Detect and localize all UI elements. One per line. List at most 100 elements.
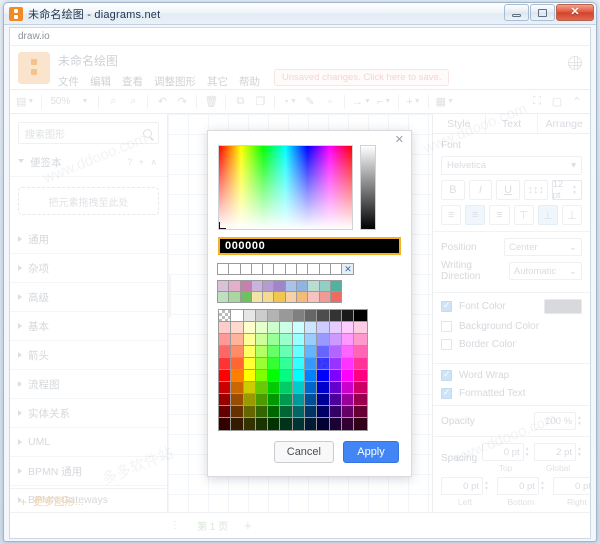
color-swatch[interactable] <box>255 393 269 407</box>
color-swatch[interactable] <box>230 333 245 347</box>
color-swatch[interactable] <box>218 405 232 419</box>
menu-file[interactable]: 文件 <box>58 74 79 89</box>
stepper-icon[interactable]: ▲ ▼ <box>484 480 489 492</box>
color-swatch[interactable] <box>243 369 257 383</box>
color-swatch[interactable] <box>292 405 306 419</box>
color-swatch[interactable] <box>329 321 343 335</box>
color-swatch[interactable] <box>279 405 294 419</box>
stepper-icon[interactable]: ▲ ▼ <box>572 184 577 196</box>
color-swatch[interactable] <box>230 309 245 323</box>
font-family-select[interactable]: Helvetica ▾ <box>441 156 582 175</box>
sv-cursor[interactable] <box>219 222 226 229</box>
sidebar-item-basic[interactable]: 基本 <box>10 312 167 341</box>
color-swatch[interactable] <box>353 309 368 323</box>
color-swatch[interactable] <box>292 321 306 335</box>
color-swatch[interactable] <box>255 369 269 383</box>
fullscreen-icon[interactable]: ⛶ <box>528 92 546 112</box>
color-swatch[interactable] <box>316 333 331 347</box>
color-swatch[interactable] <box>292 369 306 383</box>
color-swatch[interactable] <box>341 357 355 371</box>
color-swatch[interactable] <box>243 333 257 347</box>
border-color-row[interactable]: Border Color <box>441 339 582 350</box>
table-icon[interactable]: ▦ ▼ <box>434 92 456 112</box>
document-title[interactable]: 未命名绘图 <box>58 52 260 69</box>
sidebar-item-advanced[interactable]: 高级 <box>10 283 167 312</box>
align-center-icon[interactable]: ≡ <box>465 205 486 225</box>
color-swatch[interactable] <box>304 345 318 359</box>
sidebar-item-arrows[interactable]: 箭头 <box>10 341 167 370</box>
color-swatch[interactable] <box>304 309 318 323</box>
bring-to-front-icon[interactable]: ⧉ <box>231 92 249 112</box>
color-swatch[interactable] <box>353 393 368 407</box>
valign-top-icon[interactable]: ⊤ <box>513 205 534 225</box>
color-swatch[interactable] <box>329 345 343 359</box>
color-swatch[interactable] <box>292 357 306 371</box>
color-swatch[interactable] <box>292 345 306 359</box>
bold-button[interactable]: B <box>441 180 465 200</box>
color-swatch[interactable] <box>316 369 331 383</box>
valign-middle-icon[interactable]: ⊥ <box>537 205 558 225</box>
apply-button[interactable]: Apply <box>343 441 399 463</box>
menu-help[interactable]: 帮助 <box>239 74 260 89</box>
color-swatch[interactable] <box>267 393 281 407</box>
color-swatch[interactable] <box>329 309 343 323</box>
zoom-dropdown-icon[interactable]: ▼ <box>75 92 93 112</box>
color-swatch[interactable] <box>353 321 368 335</box>
color-swatch[interactable] <box>267 369 281 383</box>
more-shapes-button[interactable]: + 更多图形... <box>10 488 167 514</box>
color-swatch[interactable] <box>218 357 232 371</box>
stepper-icon[interactable]: ▲ ▼ <box>540 480 545 492</box>
brightness-slider[interactable] <box>360 145 376 230</box>
sidebar-item-scratchpad[interactable]: 便签本 ? + ∧ <box>10 148 167 177</box>
color-swatch[interactable] <box>267 345 281 359</box>
sidebar-item-general[interactable]: 通用 <box>10 225 167 254</box>
color-swatch[interactable] <box>279 393 294 407</box>
color-swatch[interactable] <box>341 393 355 407</box>
page-tab[interactable]: 第 1 页 <box>197 518 228 533</box>
color-swatch[interactable] <box>267 321 281 335</box>
zoom-out-icon[interactable]: ⌕ <box>124 92 142 112</box>
color-swatch[interactable] <box>243 357 257 371</box>
color-swatch[interactable] <box>230 345 245 359</box>
sidebar-item-flowchart[interactable]: 流程图 <box>10 370 167 399</box>
tab-text[interactable]: Text <box>486 114 539 133</box>
color-swatch[interactable] <box>243 405 257 419</box>
unsaved-changes-notice[interactable]: Unsaved changes. Click here to save. <box>274 69 450 86</box>
color-swatch[interactable] <box>304 357 318 371</box>
background-color-row[interactable]: Background Color <box>441 321 582 332</box>
color-swatch[interactable] <box>230 381 245 395</box>
color-swatch[interactable] <box>353 333 368 347</box>
color-swatch[interactable] <box>329 291 343 303</box>
color-swatch[interactable] <box>230 405 245 419</box>
color-swatch[interactable] <box>279 369 294 383</box>
menu-extras[interactable]: 其它 <box>207 74 228 89</box>
writing-direction-select[interactable]: Automatic ⌄ <box>508 262 582 280</box>
valign-bottom-icon[interactable]: ⊥ <box>561 205 583 225</box>
hex-input[interactable]: 000000 <box>218 237 401 255</box>
menu-edit[interactable]: 编辑 <box>90 74 111 89</box>
color-swatch[interactable] <box>341 309 355 323</box>
font-color-swatch[interactable] <box>544 299 582 314</box>
color-swatch[interactable] <box>329 381 343 395</box>
no-color-icon[interactable] <box>341 263 354 275</box>
color-swatch[interactable] <box>304 321 318 335</box>
color-swatch[interactable] <box>255 321 269 335</box>
color-swatch[interactable] <box>267 405 281 419</box>
redo-icon[interactable]: ↷ <box>173 92 191 112</box>
color-swatch[interactable] <box>341 381 355 395</box>
color-swatch[interactable] <box>341 345 355 359</box>
font-color-row[interactable]: Font Color <box>441 299 582 314</box>
layout-icon[interactable]: ▤ ▼ <box>14 92 36 112</box>
page-menu-icon[interactable]: ⋮ <box>170 520 181 531</box>
color-swatch[interactable] <box>329 357 343 371</box>
word-wrap-checkbox[interactable] <box>441 369 452 381</box>
zoom-in-icon[interactable]: ⌕ <box>104 92 122 112</box>
color-swatch[interactable] <box>279 345 294 359</box>
minimize-button[interactable] <box>504 4 529 21</box>
border-color-checkbox[interactable] <box>441 339 452 350</box>
color-swatch[interactable] <box>304 381 318 395</box>
color-swatch[interactable] <box>255 357 269 371</box>
opacity-input[interactable]: 100 % <box>534 412 577 430</box>
color-swatch[interactable] <box>267 357 281 371</box>
align-right-icon[interactable]: ≡ <box>489 205 510 225</box>
